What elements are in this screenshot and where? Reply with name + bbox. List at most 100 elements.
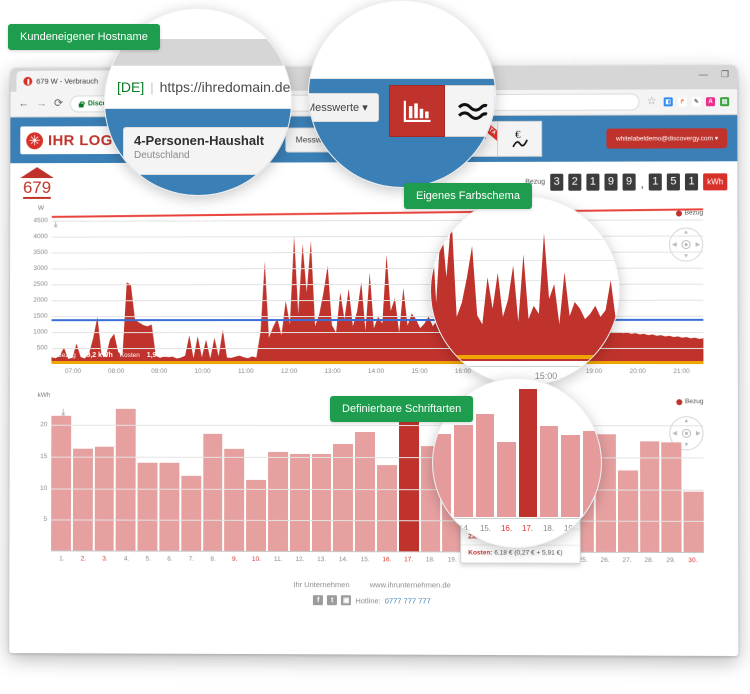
power-inline-legend: Bezug 39,2 kWh Kosten 1,96 € <box>57 352 166 359</box>
bar[interactable] <box>246 480 266 552</box>
x-tick-label: 08:00 <box>108 368 124 375</box>
x-tick-label: 4. <box>124 556 129 563</box>
bar[interactable] <box>618 470 638 553</box>
bookmark-star-icon[interactable]: ☆ <box>647 96 657 107</box>
x-tick-label: 16. <box>382 556 391 563</box>
x-tick-label: 26. <box>601 557 610 564</box>
x-tick-label: 5. <box>146 556 151 563</box>
x-tick-label: 13:00 <box>324 368 340 375</box>
x-tick-label: 6. <box>167 556 172 563</box>
bar <box>454 425 472 517</box>
inline-kosten-label: Kosten <box>120 352 140 359</box>
bar <box>476 414 494 517</box>
daily-chart-plot[interactable]: 5 10 15 20 1. 2. 3. 4. 5. 6. 7. 8. 9. 10. 11. 12. 13. 14.… <box>51 400 704 553</box>
base-line <box>431 355 619 359</box>
bar[interactable] <box>312 454 332 552</box>
x-tick-label: 2. <box>81 555 86 562</box>
x-tick-label: 07:00 <box>65 368 81 375</box>
inline-bezug-label: Bezug <box>57 352 75 359</box>
x-tick-label: 18. <box>426 556 435 563</box>
bar-chart-icon <box>402 98 432 125</box>
bar[interactable] <box>377 465 397 553</box>
daily-y-unit: kWh <box>38 392 51 399</box>
bar[interactable] <box>333 444 353 552</box>
rss-icon[interactable]: ▣ <box>341 595 351 605</box>
x-tick-label: 13. <box>317 556 326 563</box>
tab-title: 679 W - Verbrauch <box>36 77 98 86</box>
y-tick-label: 3500 <box>33 249 47 256</box>
magnifier-colorscheme: 14:00 15:00 <box>430 196 620 386</box>
x-tick-label: 17. <box>404 556 413 563</box>
euro-curve-icon: € <box>510 128 530 150</box>
power-chart[interactable]: W ⤓ Bezug ▲ ▼ ◀ ▶ Bezug 39,2 kWh Kosten … <box>18 203 730 386</box>
x-tick-label: 10. <box>252 556 261 563</box>
lens-urlbar: [DE] | https://ihredomain.de <box>105 65 291 109</box>
meter-digit: 2 <box>568 173 581 190</box>
x-tick-label: 10:00 <box>194 368 210 375</box>
user-account-menu[interactable]: whitelabeldemo@discovergy.com ▾ <box>607 128 727 148</box>
mode-euro-button[interactable]: € <box>498 121 542 157</box>
bar[interactable] <box>181 476 201 552</box>
lens-household-country: Deutschland <box>134 150 292 161</box>
bar[interactable] <box>116 409 136 552</box>
hotline-number[interactable]: 0777 777 777 <box>385 596 431 605</box>
x-tick-label: 28. <box>644 557 653 564</box>
bar[interactable] <box>94 447 114 552</box>
footer-website[interactable]: www.ihrunternehmen.de <box>370 580 451 589</box>
bar[interactable] <box>268 452 288 552</box>
svg-text:€: € <box>515 129 521 141</box>
x-tick-label: 8. <box>210 556 215 563</box>
ext-pen-icon[interactable]: ✎ <box>692 97 701 106</box>
lens-url-de: [DE] <box>117 79 144 95</box>
tooltip-kosten-value: 6,18 € (0,27 € + 5,91 €) <box>494 550 562 557</box>
forward-button[interactable]: → <box>36 99 47 110</box>
bar <box>540 426 558 517</box>
x-tick-label: 11. <box>274 556 283 563</box>
bar[interactable] <box>159 463 179 552</box>
ext-green-icon[interactable]: ▤ <box>720 97 729 106</box>
bar[interactable] <box>73 449 93 551</box>
ext-pink-icon[interactable]: A <box>706 97 715 106</box>
y-tick-label: 3000 <box>33 265 47 272</box>
extension-bar: ◧ ↱ ✎ A ▤ <box>664 97 729 106</box>
lens3-power-plot: 14:00 15:00 <box>431 219 619 359</box>
meter-digit: 3 <box>550 173 563 190</box>
y-tick-label: 10 <box>40 485 47 492</box>
twitter-icon[interactable]: t <box>327 595 337 605</box>
ext-blue-icon[interactable]: ◧ <box>664 97 673 106</box>
lens3-series <box>431 219 620 361</box>
footer-contact-line: f t ▣ Hotline: 0777 777 777 <box>17 594 730 606</box>
bar[interactable] <box>138 463 158 552</box>
bar[interactable] <box>355 432 375 553</box>
x-tick-label: 30. <box>688 557 697 564</box>
x-tick-label: 14:00 <box>368 368 384 375</box>
maximize-button[interactable]: ❐ <box>721 69 729 79</box>
x-tick-label: 20:00 <box>630 368 646 375</box>
bar[interactable] <box>224 449 244 552</box>
minimize-button[interactable]: — <box>699 69 708 79</box>
bar[interactable] <box>684 492 704 553</box>
x-tick-label: 19. <box>564 524 575 533</box>
x-tick-label: 20. <box>585 524 596 533</box>
x-tick-label: 14. <box>459 524 470 533</box>
x-tick-label: 18. <box>543 524 554 533</box>
lens4-axis <box>433 518 601 519</box>
back-button[interactable]: ← <box>18 99 29 110</box>
x-tick-label: 12:00 <box>281 368 297 375</box>
lens-url-pipe: | <box>150 80 153 95</box>
power-y-unit: W <box>38 205 44 212</box>
x-tick-label: 16. <box>501 524 512 533</box>
callout-hostname: Kundeneigener Hostname <box>8 24 160 50</box>
meter-unit: kWh <box>703 173 727 190</box>
facebook-icon[interactable]: f <box>313 595 323 605</box>
hotline-label: Hotline: <box>355 596 380 605</box>
page-footer: Ihr Unternehmen www.ihrunternehmen.de f … <box>17 573 730 606</box>
bar[interactable] <box>662 442 682 553</box>
ext-orange-icon[interactable]: ↱ <box>678 97 687 106</box>
meter-digit: 1 <box>586 173 599 190</box>
bar[interactable] <box>290 454 310 552</box>
y-tick-label: 20 <box>40 422 47 429</box>
reload-button[interactable]: ⟳ <box>54 99 63 110</box>
bar[interactable] <box>51 416 71 551</box>
bar[interactable] <box>203 434 223 552</box>
